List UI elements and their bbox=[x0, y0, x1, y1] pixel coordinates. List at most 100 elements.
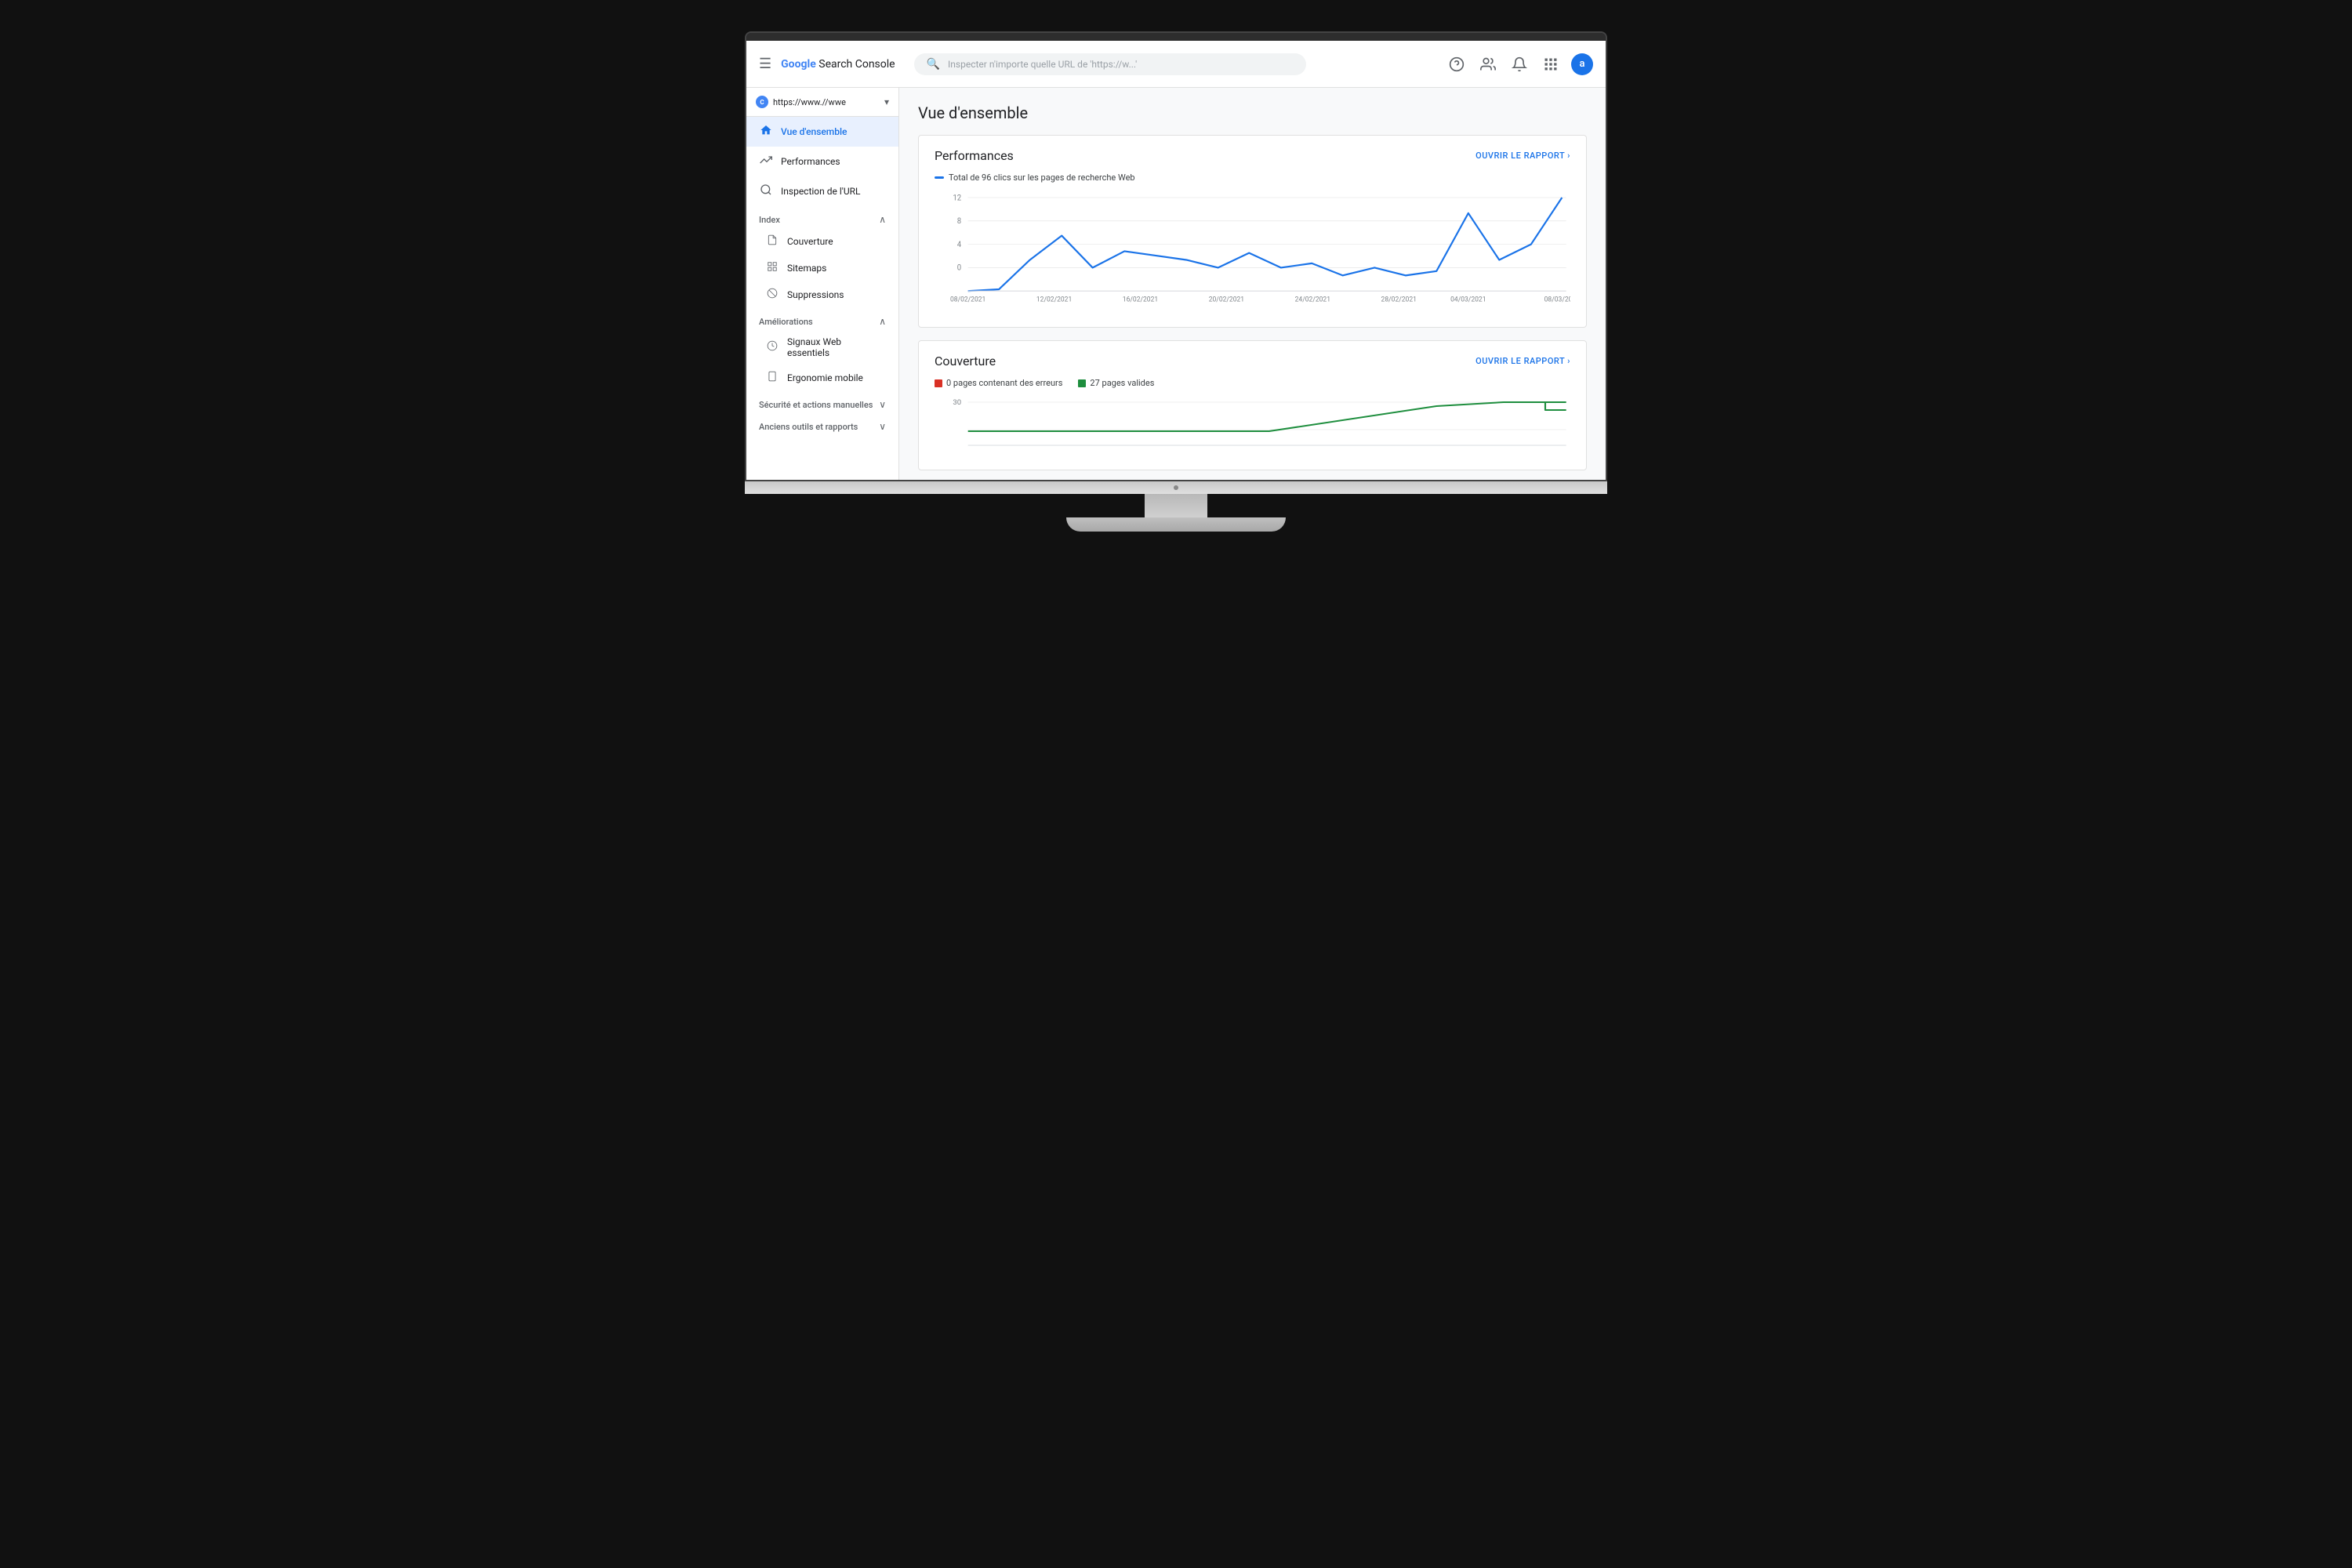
svg-text:30: 30 bbox=[953, 398, 961, 407]
section-arrow-anciens-outils: ∨ bbox=[879, 421, 886, 432]
home-icon bbox=[759, 124, 773, 140]
section-arrow-index: ∧ bbox=[879, 214, 886, 225]
header-actions: a bbox=[1446, 53, 1593, 75]
section-header-index[interactable]: Index ∧ bbox=[746, 206, 898, 228]
svg-text:16/02/2021: 16/02/2021 bbox=[1123, 296, 1158, 303]
section-label-ameliorations: Améliorations bbox=[759, 317, 813, 327]
coverage-icon bbox=[765, 234, 779, 249]
couverture-card-header: Couverture OUVRIR LE RAPPORT › bbox=[935, 354, 1570, 368]
sidebar-label-signaux-web: Signaux Web essentiels bbox=[787, 336, 886, 358]
hamburger-icon[interactable]: ☰ bbox=[759, 56, 771, 72]
section-header-securite[interactable]: Sécurité et actions manuelles ∨ bbox=[746, 391, 898, 413]
gsc-header: ☰ Google Search Console 🔍 Inspecter n'im… bbox=[746, 41, 1606, 88]
performances-legend-dot bbox=[935, 176, 944, 179]
sidebar-item-inspection-url[interactable]: Inspection de l'URL bbox=[746, 176, 898, 206]
monitor-wrapper: ☰ Google Search Console 🔍 Inspecter n'im… bbox=[745, 31, 1607, 532]
valid-legend-label: 27 pages valides bbox=[1090, 378, 1154, 388]
svg-text:28/02/2021: 28/02/2021 bbox=[1381, 296, 1417, 303]
svg-text:12: 12 bbox=[953, 194, 961, 202]
property-icon: C bbox=[756, 96, 768, 108]
errors-legend-item: 0 pages contenant des erreurs bbox=[935, 378, 1062, 388]
search-icon: 🔍 bbox=[927, 58, 940, 71]
property-selector[interactable]: C https://www.//wwe ▾ bbox=[746, 88, 898, 117]
property-url: https://www.//wwe bbox=[773, 97, 880, 107]
monitor-screen: ☰ Google Search Console 🔍 Inspecter n'im… bbox=[745, 31, 1607, 481]
svg-text:04/03/2021: 04/03/2021 bbox=[1450, 296, 1486, 303]
performances-chart-svg: 12 8 4 0 08/02/2021 12/02/2021 bbox=[935, 189, 1570, 314]
chevron-right-icon: › bbox=[1567, 151, 1570, 161]
section-arrow-ameliorations: ∧ bbox=[879, 316, 886, 327]
property-dropdown-arrow: ▾ bbox=[884, 96, 889, 107]
couverture-chart: 30 bbox=[935, 394, 1570, 457]
section-arrow-securite: ∨ bbox=[879, 399, 886, 410]
monitor-chin bbox=[745, 481, 1607, 494]
couverture-chart-svg: 30 bbox=[935, 394, 1570, 457]
gsc-body: C https://www.//wwe ▾ Vue d'ensemble bbox=[746, 88, 1606, 480]
performances-card: Performances OUVRIR LE RAPPORT › Total d… bbox=[918, 135, 1587, 328]
svg-text:4: 4 bbox=[957, 241, 962, 249]
sidebar-label-vue-ensemble: Vue d'ensemble bbox=[781, 126, 848, 137]
sidebar-item-ergonomie-mobile[interactable]: Ergonomie mobile bbox=[746, 365, 898, 391]
section-label-index: Index bbox=[759, 215, 780, 225]
performances-open-report-button[interactable]: OUVRIR LE RAPPORT › bbox=[1475, 151, 1570, 161]
apps-button[interactable] bbox=[1540, 53, 1562, 75]
performances-card-title: Performances bbox=[935, 148, 1014, 163]
couverture-card-title: Couverture bbox=[935, 354, 996, 368]
sidebar-label-inspection-url: Inspection de l'URL bbox=[781, 186, 861, 197]
svg-text:0: 0 bbox=[957, 264, 961, 273]
search-bar[interactable]: 🔍 Inspecter n'importe quelle URL de 'htt… bbox=[914, 53, 1306, 75]
valid-legend-color bbox=[1078, 379, 1086, 387]
section-label-anciens-outils: Anciens outils et rapports bbox=[759, 422, 858, 432]
logo-text: Google Search Console bbox=[781, 58, 895, 71]
couverture-card: Couverture OUVRIR LE RAPPORT › 0 pages c… bbox=[918, 340, 1587, 470]
sidebar-item-couverture[interactable]: Couverture bbox=[746, 228, 898, 255]
performances-legend-text: Total de 96 clics sur les pages de reche… bbox=[949, 172, 1135, 183]
monitor-stand-base bbox=[1066, 517, 1286, 532]
chevron-right-icon-2: › bbox=[1567, 356, 1570, 366]
gsc-sidebar: C https://www.//wwe ▾ Vue d'ensemble bbox=[746, 88, 899, 480]
sidebar-item-sitemaps[interactable]: Sitemaps bbox=[746, 255, 898, 281]
svg-text:08/03/2021: 08/03/2021 bbox=[1544, 296, 1570, 303]
section-header-anciens-outils[interactable]: Anciens outils et rapports ∨ bbox=[746, 413, 898, 435]
performances-chart: 12 8 4 0 08/02/2021 12/02/2021 bbox=[935, 189, 1570, 314]
svg-text:12/02/2021: 12/02/2021 bbox=[1036, 296, 1072, 303]
sidebar-label-couverture: Couverture bbox=[787, 236, 833, 247]
sidebar-label-suppressions: Suppressions bbox=[787, 289, 844, 300]
svg-text:08/02/2021: 08/02/2021 bbox=[950, 296, 985, 303]
section-label-securite: Sécurité et actions manuelles bbox=[759, 400, 873, 410]
notifications-button[interactable] bbox=[1508, 53, 1530, 75]
help-button[interactable] bbox=[1446, 53, 1468, 75]
errors-legend-label: 0 pages contenant des erreurs bbox=[946, 378, 1062, 388]
couverture-legend: 0 pages contenant des erreurs 27 pages v… bbox=[935, 378, 1570, 388]
gsc-logo: Google Search Console bbox=[781, 58, 895, 71]
user-avatar[interactable]: a bbox=[1571, 53, 1593, 75]
valid-legend-item: 27 pages valides bbox=[1078, 378, 1154, 388]
errors-legend-color bbox=[935, 379, 942, 387]
sidebar-item-suppressions[interactable]: Suppressions bbox=[746, 281, 898, 308]
gsc-app: ☰ Google Search Console 🔍 Inspecter n'im… bbox=[746, 41, 1606, 480]
sidebar-label-ergonomie-mobile: Ergonomie mobile bbox=[787, 372, 863, 383]
sitemaps-icon bbox=[765, 261, 779, 275]
gsc-main: Vue d'ensemble Performances OUVRIR LE RA… bbox=[899, 88, 1606, 480]
section-header-ameliorations[interactable]: Améliorations ∧ bbox=[746, 308, 898, 330]
sidebar-label-sitemaps: Sitemaps bbox=[787, 263, 826, 274]
couverture-open-report-button[interactable]: OUVRIR LE RAPPORT › bbox=[1475, 356, 1570, 366]
svg-text:24/02/2021: 24/02/2021 bbox=[1295, 296, 1330, 303]
inspect-icon bbox=[759, 183, 773, 199]
performances-legend: Total de 96 clics sur les pages de reche… bbox=[935, 172, 1570, 183]
suppressions-icon bbox=[765, 288, 779, 302]
svg-text:8: 8 bbox=[957, 217, 961, 226]
page-title: Vue d'ensemble bbox=[918, 103, 1587, 122]
sidebar-item-performances[interactable]: Performances bbox=[746, 147, 898, 176]
signaux-icon bbox=[765, 340, 779, 354]
performances-card-header: Performances OUVRIR LE RAPPORT › bbox=[935, 148, 1570, 163]
monitor-stand-neck bbox=[1145, 494, 1207, 517]
sidebar-item-signaux-web[interactable]: Signaux Web essentiels bbox=[746, 330, 898, 365]
monitor-camera-dot bbox=[1174, 485, 1178, 490]
browser-bar bbox=[746, 33, 1606, 41]
search-placeholder: Inspecter n'importe quelle URL de 'https… bbox=[948, 59, 1137, 70]
svg-text:20/02/2021: 20/02/2021 bbox=[1209, 296, 1244, 303]
account-button[interactable] bbox=[1477, 53, 1499, 75]
sidebar-item-vue-ensemble[interactable]: Vue d'ensemble bbox=[746, 117, 898, 147]
sidebar-label-performances: Performances bbox=[781, 156, 840, 167]
